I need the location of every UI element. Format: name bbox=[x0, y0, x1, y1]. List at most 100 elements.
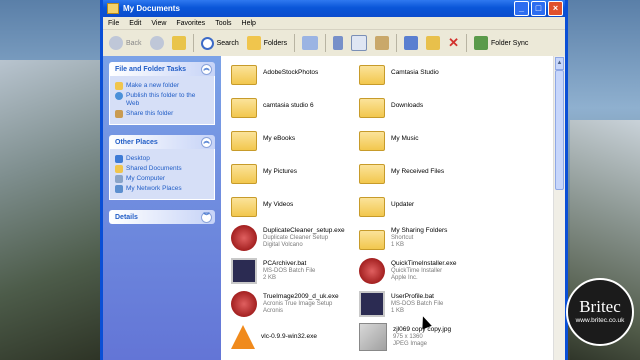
menu-file[interactable]: File bbox=[103, 20, 124, 27]
menu-favorites[interactable]: Favorites bbox=[171, 20, 210, 27]
publish-web-icon bbox=[115, 92, 123, 100]
views-button[interactable] bbox=[299, 33, 321, 53]
file-detail: 1 KB bbox=[391, 242, 405, 248]
file-name: My Videos bbox=[263, 201, 294, 208]
collapse-chevron-icon[interactable]: ︽ bbox=[201, 136, 212, 148]
delete-button[interactable]: ✕ bbox=[445, 33, 462, 53]
paste-button[interactable] bbox=[372, 33, 392, 53]
file-name: QuickTimeInstaller.exe bbox=[391, 260, 457, 267]
place-my-computer[interactable]: My Computer bbox=[115, 175, 209, 183]
place-label: My Network Places bbox=[126, 185, 182, 192]
place-desktop[interactable]: Desktop bbox=[115, 155, 209, 163]
cut-button[interactable] bbox=[330, 33, 346, 53]
folder-icon bbox=[107, 3, 119, 14]
place-shared-documents[interactable]: Shared Documents bbox=[115, 165, 209, 173]
toolbar-separator bbox=[466, 34, 467, 52]
folder-icon bbox=[359, 98, 385, 118]
file-name: Downloads bbox=[391, 102, 424, 109]
task-share-folder[interactable]: Share this folder bbox=[115, 110, 209, 118]
back-button[interactable]: Back bbox=[106, 33, 145, 53]
scroll-up-button[interactable]: ▲ bbox=[555, 57, 564, 70]
title-bar[interactable]: My Documents _ □ × bbox=[103, 0, 565, 17]
file-item[interactable]: TrueImage2009_d_uk.exe Acronis True Image… bbox=[231, 289, 359, 319]
menu-help[interactable]: Help bbox=[237, 20, 261, 27]
file-item[interactable]: My Pictures bbox=[231, 157, 359, 187]
file-item[interactable]: UserProfile.bat MS-DOS Batch File 1 KB bbox=[359, 289, 487, 319]
file-item[interactable]: Camtasia Studio bbox=[359, 58, 487, 88]
expand-chevron-icon[interactable]: ︾ bbox=[201, 211, 212, 223]
file-item[interactable]: My Music bbox=[359, 124, 487, 154]
file-item[interactable]: QuickTimeInstaller.exe QuickTime Installe… bbox=[359, 256, 487, 286]
file-item[interactable]: My Sharing Folders Shortcut 1 KB bbox=[359, 223, 487, 253]
close-button[interactable]: × bbox=[548, 1, 563, 16]
place-label: Desktop bbox=[126, 155, 150, 162]
minimize-button[interactable]: _ bbox=[514, 1, 529, 16]
move-to-button[interactable] bbox=[423, 33, 443, 53]
toolbar: Back Search Folders ✕ Folder Sync bbox=[103, 30, 565, 57]
file-item[interactable]: camtasia studio 6 bbox=[231, 91, 359, 121]
file-description: 975 x 1360 bbox=[393, 334, 423, 340]
shared-documents-icon bbox=[115, 165, 123, 173]
undo-button[interactable] bbox=[401, 33, 421, 53]
details-header[interactable]: Details ︾ bbox=[109, 210, 215, 224]
file-text: vlc-0.9.9-win32.exe bbox=[261, 333, 317, 341]
folder-icon bbox=[359, 197, 385, 217]
task-pane: File and Folder Tasks ︽ Make a new folde… bbox=[103, 56, 221, 360]
collapse-chevron-icon[interactable]: ︽ bbox=[201, 63, 212, 75]
file-item[interactable]: Downloads bbox=[359, 91, 487, 121]
file-item[interactable]: PCArchiver.bat MS-DOS Batch File 2 KB bbox=[231, 256, 359, 286]
file-name: vlc-0.9.9-win32.exe bbox=[261, 333, 317, 340]
folder-icon bbox=[231, 131, 257, 151]
vertical-scrollbar[interactable]: ▲ bbox=[553, 56, 565, 360]
task-publish-web[interactable]: Publish this folder to the Web bbox=[115, 92, 209, 108]
copy-button[interactable] bbox=[348, 33, 370, 53]
folders-button[interactable]: Folders bbox=[244, 33, 290, 53]
file-item[interactable]: My eBooks bbox=[231, 124, 359, 154]
task-label: Make a new folder bbox=[126, 82, 180, 89]
place-label: Shared Documents bbox=[126, 165, 182, 172]
file-text: My Received Files bbox=[391, 168, 444, 176]
folder-icon bbox=[359, 65, 385, 85]
file-detail: 2 KB bbox=[263, 275, 277, 281]
menu-view[interactable]: View bbox=[146, 20, 171, 27]
file-tasks-panel: File and Folder Tasks ︽ Make a new folde… bbox=[109, 62, 215, 125]
file-text: My eBooks bbox=[263, 135, 295, 143]
file-description: MS-DOS Batch File bbox=[263, 268, 316, 274]
file-text: My Music bbox=[391, 135, 418, 143]
file-detail: Acronis bbox=[263, 308, 284, 314]
explorer-window: My Documents _ □ × File Edit View Favori… bbox=[100, 0, 568, 360]
file-tasks-title: File and Folder Tasks bbox=[115, 65, 187, 73]
other-places-header[interactable]: Other Places ︽ bbox=[109, 135, 215, 149]
music-folder-icon bbox=[359, 131, 385, 151]
file-item[interactable]: DuplicateCleaner_setup.exe Duplicate Clea… bbox=[231, 223, 359, 253]
folder-sync-button[interactable]: Folder Sync bbox=[471, 33, 531, 53]
forward-button[interactable] bbox=[147, 33, 167, 53]
menu-edit[interactable]: Edit bbox=[124, 20, 146, 27]
place-my-network[interactable]: My Network Places bbox=[115, 185, 209, 193]
file-item[interactable]: Updater bbox=[359, 190, 487, 220]
file-text: Camtasia Studio bbox=[391, 69, 439, 77]
file-name: UserProfile.bat bbox=[391, 293, 434, 300]
file-item[interactable]: AdobeStockPhotos bbox=[231, 58, 359, 88]
task-label: Share this folder bbox=[126, 110, 174, 117]
file-item[interactable]: vlc-0.9.9-win32.exe bbox=[231, 322, 359, 352]
file-text: camtasia studio 6 bbox=[263, 102, 314, 110]
search-icon bbox=[200, 36, 214, 50]
file-description: Shortcut bbox=[391, 235, 414, 241]
toolbar-separator bbox=[294, 34, 296, 52]
file-detail: Digital Volcano bbox=[263, 242, 303, 248]
share-folder-icon bbox=[115, 110, 123, 118]
my-computer-icon bbox=[115, 175, 123, 183]
search-label: Search bbox=[216, 39, 239, 47]
menu-tools[interactable]: Tools bbox=[210, 20, 236, 27]
task-make-new-folder[interactable]: Make a new folder bbox=[115, 82, 209, 90]
file-text: QuickTimeInstaller.exe QuickTime Installe… bbox=[391, 260, 457, 282]
file-tasks-header[interactable]: File and Folder Tasks ︽ bbox=[109, 62, 215, 76]
maximize-button[interactable]: □ bbox=[531, 1, 546, 16]
search-button[interactable]: Search bbox=[198, 33, 242, 53]
file-item[interactable]: My Received Files bbox=[359, 157, 487, 187]
vlc-cone-icon bbox=[231, 325, 255, 349]
scroll-thumb[interactable] bbox=[555, 70, 564, 190]
up-folder-button[interactable] bbox=[169, 33, 189, 53]
file-item[interactable]: My Videos bbox=[231, 190, 359, 220]
